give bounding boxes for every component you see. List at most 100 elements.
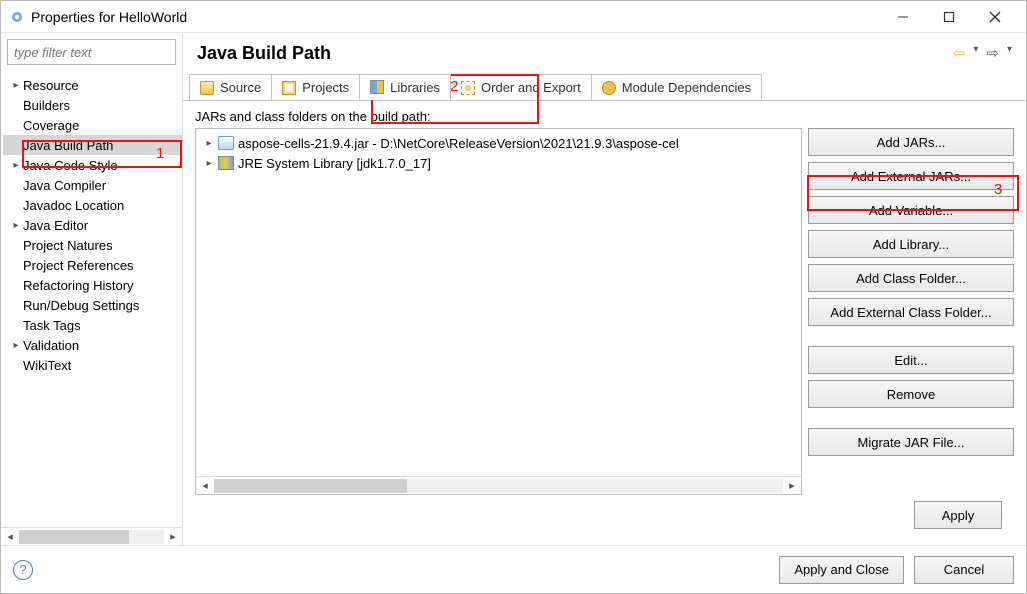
- jre-icon: [218, 156, 234, 170]
- button-column: Add JARs... Add External JARs... Add Var…: [808, 128, 1014, 495]
- order-and-export-icon: [461, 81, 475, 95]
- window-title: Properties for HelloWorld: [31, 9, 187, 25]
- chevron-right-icon[interactable]: ▸: [9, 80, 23, 91]
- sidebar-item-java-build-path[interactable]: Java Build Path: [3, 135, 182, 155]
- sidebar-item-label: Refactoring History: [23, 278, 134, 293]
- add-external-jars-button[interactable]: Add External JARs...: [808, 162, 1014, 190]
- sidebar-item-label: WikiText: [23, 358, 71, 373]
- tab-label: Source: [220, 80, 261, 95]
- module-dependencies-icon: [602, 81, 616, 95]
- properties-window: Properties for HelloWorld ▸ResourceBuild…: [0, 0, 1027, 594]
- filter-input[interactable]: [7, 39, 176, 65]
- sidebar-item-label: Validation: [23, 338, 79, 353]
- back-dropdown-icon[interactable]: ▾: [973, 44, 978, 62]
- titlebar: Properties for HelloWorld: [1, 1, 1026, 33]
- sidebar-item-label: Javadoc Location: [23, 198, 124, 213]
- forward-icon[interactable]: ⇨: [986, 44, 999, 62]
- migrate-jar-button[interactable]: Migrate JAR File...: [808, 428, 1014, 456]
- library-label: aspose-cells-21.9.4.jar - D:\NetCore\Rel…: [238, 136, 679, 151]
- minimize-button[interactable]: [880, 1, 926, 33]
- tab-label: Module Dependencies: [622, 80, 751, 95]
- apply-and-close-button[interactable]: Apply and Close: [779, 556, 904, 584]
- projects-icon: [282, 81, 296, 95]
- remove-button[interactable]: Remove: [808, 380, 1014, 408]
- sidebar-item-java-code-style[interactable]: ▸Java Code Style: [3, 155, 182, 175]
- tab-module-dependencies[interactable]: Module Dependencies: [591, 74, 762, 100]
- sidebar-item-run-debug-settings[interactable]: Run/Debug Settings: [3, 295, 182, 315]
- edit-button[interactable]: Edit...: [808, 346, 1014, 374]
- scroll-thumb[interactable]: [214, 479, 407, 493]
- maximize-button[interactable]: [926, 1, 972, 33]
- app-icon: [9, 9, 25, 25]
- add-library-button[interactable]: Add Library...: [808, 230, 1014, 258]
- sidebar-item-label: Builders: [23, 98, 70, 113]
- tab-label: Libraries: [390, 80, 440, 95]
- tab-libraries[interactable]: Libraries: [359, 74, 451, 100]
- add-jars-button[interactable]: Add JARs...: [808, 128, 1014, 156]
- tab-source[interactable]: Source: [189, 74, 272, 100]
- add-class-folder-button[interactable]: Add Class Folder...: [808, 264, 1014, 292]
- sidebar-item-project-natures[interactable]: Project Natures: [3, 235, 182, 255]
- close-button[interactable]: [972, 1, 1018, 33]
- help-icon[interactable]: ?: [13, 560, 33, 580]
- cancel-button[interactable]: Cancel: [914, 556, 1014, 584]
- sidebar-item-java-editor[interactable]: ▸Java Editor: [3, 215, 182, 235]
- sidebar-item-label: Java Build Path: [23, 138, 113, 153]
- library-label: JRE System Library [jdk1.7.0_17]: [238, 156, 431, 171]
- chevron-right-icon[interactable]: ▸: [9, 340, 23, 351]
- sidebar-item-javadoc-location[interactable]: Javadoc Location: [3, 195, 182, 215]
- sidebar-scrollbar[interactable]: ◂ ▸: [1, 527, 182, 545]
- chevron-right-icon[interactable]: ▸: [9, 220, 23, 231]
- chevron-right-icon[interactable]: ▸: [202, 158, 216, 169]
- source-icon: [200, 81, 214, 95]
- add-variable-button[interactable]: Add Variable...: [808, 196, 1014, 224]
- forward-dropdown-icon[interactable]: ▾: [1007, 44, 1012, 62]
- sidebar-item-resource[interactable]: ▸Resource: [3, 75, 182, 95]
- sidebar-item-label: Coverage: [23, 118, 79, 133]
- sidebar-item-label: Run/Debug Settings: [23, 298, 139, 313]
- sidebar-item-label: Task Tags: [23, 318, 81, 333]
- list-label: JARs and class folders on the build path…: [195, 109, 1014, 124]
- sidebar-item-project-references[interactable]: Project References: [3, 255, 182, 275]
- scroll-right-icon[interactable]: ▸: [164, 530, 182, 543]
- scroll-left-icon[interactable]: ◂: [1, 530, 19, 543]
- sidebar-item-java-compiler[interactable]: Java Compiler: [3, 175, 182, 195]
- tab-label: Order and Export: [481, 80, 581, 95]
- sidebar-item-label: Project References: [23, 258, 134, 273]
- tab-order-and-export[interactable]: Order and Export: [450, 74, 592, 100]
- tab-projects[interactable]: Projects: [271, 74, 360, 100]
- add-external-class-folder-button[interactable]: Add External Class Folder...: [808, 298, 1014, 326]
- chevron-right-icon[interactable]: ▸: [202, 138, 216, 149]
- sidebar-item-label: Project Natures: [23, 238, 113, 253]
- sidebar-item-validation[interactable]: ▸Validation: [3, 335, 182, 355]
- chevron-right-icon[interactable]: ▸: [9, 160, 23, 171]
- nav-arrows: ⇦ ▾ ⇨ ▾: [953, 44, 1012, 62]
- sidebar-tree[interactable]: ▸ResourceBuildersCoverageJava Build Path…: [1, 71, 182, 527]
- list-scrollbar[interactable]: ◂ ▸: [196, 476, 801, 494]
- library-row[interactable]: ▸ aspose-cells-21.9.4.jar - D:\NetCore\Re…: [202, 133, 795, 153]
- sidebar-item-label: Resource: [23, 78, 79, 93]
- apply-button[interactable]: Apply: [914, 501, 1002, 529]
- library-row[interactable]: ▸ JRE System Library [jdk1.7.0_17]: [202, 153, 795, 173]
- sidebar-item-coverage[interactable]: Coverage: [3, 115, 182, 135]
- scroll-thumb[interactable]: [19, 530, 129, 544]
- page-title: Java Build Path: [197, 43, 331, 64]
- sidebar-item-task-tags[interactable]: Task Tags: [3, 315, 182, 335]
- library-list[interactable]: ▸ aspose-cells-21.9.4.jar - D:\NetCore\Re…: [195, 128, 802, 495]
- back-icon[interactable]: ⇦: [953, 44, 966, 62]
- sidebar-item-builders[interactable]: Builders: [3, 95, 182, 115]
- sidebar-item-label: Java Code Style: [23, 158, 118, 173]
- sidebar: ▸ResourceBuildersCoverageJava Build Path…: [1, 33, 183, 545]
- tab-label: Projects: [302, 80, 349, 95]
- footer: ? Apply and Close Cancel: [1, 545, 1026, 593]
- libraries-icon: [370, 80, 384, 94]
- tab-bar: Source Projects Libraries Order and Export M…: [183, 73, 1026, 101]
- sidebar-item-label: Java Editor: [23, 218, 88, 233]
- scroll-right-icon[interactable]: ▸: [783, 479, 801, 492]
- scroll-left-icon[interactable]: ◂: [196, 479, 214, 492]
- sidebar-item-label: Java Compiler: [23, 178, 106, 193]
- main-panel: Java Build Path ⇦ ▾ ⇨ ▾ Source Projects Li…: [183, 33, 1026, 545]
- sidebar-item-wikitext[interactable]: WikiText: [3, 355, 182, 375]
- jar-icon: [218, 136, 234, 150]
- sidebar-item-refactoring-history[interactable]: Refactoring History: [3, 275, 182, 295]
